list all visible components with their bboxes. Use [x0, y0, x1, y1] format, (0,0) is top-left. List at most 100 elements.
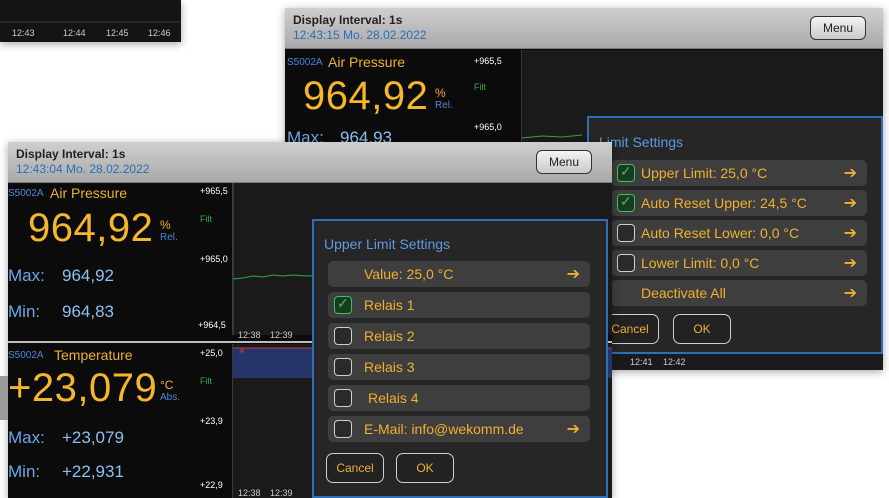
max-value: 964,92 — [62, 266, 114, 285]
menu-button[interactable]: Menu — [810, 16, 866, 40]
upper-limit-row[interactable]: ✓ Upper Limit: 25,0 °C ➔ — [611, 160, 867, 186]
display-interval: Display Interval: 1s — [16, 147, 126, 161]
scale-top: +25,0 — [200, 348, 223, 358]
sensor-id: S5002A — [8, 188, 44, 199]
sensor-name: Air Pressure — [328, 54, 406, 70]
relais-2-row[interactable]: Relais 2 — [328, 323, 590, 349]
row-label: Relais 3 — [364, 359, 415, 375]
corner-tick: 12:46 — [148, 28, 171, 38]
row-label: Auto Reset Lower: 0,0 °C — [641, 225, 800, 241]
relais-4-row[interactable]: Relais 4 — [328, 385, 590, 411]
min-label: Min: — [8, 302, 41, 321]
relais-2-checkbox[interactable] — [334, 327, 352, 345]
left-edge-bar — [0, 376, 8, 420]
graph-time-tick: 12:39 — [270, 488, 293, 498]
min-value: 964,83 — [62, 302, 114, 321]
graph-time-tick: 12:38 — [238, 330, 261, 340]
row-label: Relais 2 — [364, 328, 415, 344]
arrow-right-icon[interactable]: ➔ — [844, 163, 857, 183]
datetime: 12:43:04 Mo. 28.02.2022 — [16, 162, 150, 176]
auto-reset-upper-row[interactable]: ✓ Auto Reset Upper: 24,5 °C ➔ — [611, 190, 867, 216]
scale-mid: +965,0 — [200, 254, 228, 264]
value-row[interactable]: Value: 25,0 °C ➔ — [328, 261, 590, 287]
row-label: Lower Limit: 0,0 °C — [641, 255, 760, 271]
max-value: +23,079 — [62, 428, 124, 447]
filter-indicator: Filt — [474, 82, 486, 92]
svg-text:×: × — [239, 346, 245, 357]
arrow-right-icon[interactable]: ➔ — [567, 419, 580, 439]
lower-limit-checkbox[interactable] — [617, 254, 635, 272]
check-icon: ✓ — [620, 163, 632, 179]
sensor-unit-sub: Abs. — [160, 392, 181, 403]
arrow-right-icon[interactable]: ➔ — [567, 264, 580, 284]
graph-time-tick: 12:41 — [630, 357, 653, 367]
filter-indicator: Filt — [200, 376, 212, 386]
auto-reset-lower-row[interactable]: Auto Reset Lower: 0,0 °C ➔ — [611, 220, 867, 246]
min-value: +22,931 — [62, 462, 124, 481]
row-label: E-Mail: info@wekomm.de — [364, 421, 524, 437]
row-label: Relais 4 — [368, 390, 419, 406]
corner-screen-fragment: 12:43 12:44 12:45 12:46 — [0, 0, 181, 42]
arrow-right-icon[interactable]: ➔ — [844, 253, 857, 273]
limit-settings-panel: Limit Settings ✓ Upper Limit: 25,0 °C ➔ … — [587, 116, 883, 354]
relais-3-checkbox[interactable] — [334, 358, 352, 376]
row-label: Value: 25,0 °C — [364, 266, 454, 282]
relais-1-row[interactable]: ✓ Relais 1 — [328, 292, 590, 318]
check-icon: ✓ — [337, 295, 349, 311]
sensor-unit: % — [160, 218, 171, 232]
check-icon: ✓ — [620, 193, 632, 209]
row-label: Upper Limit: 25,0 °C — [641, 165, 768, 181]
row-label: Auto Reset Upper: 24,5 °C — [641, 195, 807, 211]
panel-title: Upper Limit Settings — [324, 236, 451, 252]
auto-reset-upper-checkbox[interactable]: ✓ — [617, 193, 635, 212]
front-header-bar: Display Interval: 1s 12:43:04 Mo. 28.02.… — [8, 142, 612, 183]
upper-limit-settings-panel: Upper Limit Settings Value: 25,0 °C ➔ ✓ … — [312, 219, 608, 498]
sensor-unit-sub: Rel. — [435, 100, 453, 111]
sensor-value: 964,92 — [28, 206, 154, 250]
display-interval: Display Interval: 1s — [293, 13, 403, 27]
scale-bottom: +964,5 — [198, 320, 226, 330]
cancel-button[interactable]: Cancel — [326, 453, 384, 483]
deactivate-all-row[interactable]: Deactivate All ➔ — [611, 280, 867, 306]
arrow-right-icon[interactable]: ➔ — [844, 283, 857, 303]
lower-limit-row[interactable]: Lower Limit: 0,0 °C ➔ — [611, 250, 867, 276]
back-header-bar: Display Interval: 1s 12:43:15 Mo. 28.02.… — [285, 8, 883, 49]
sensor-id: S5002A — [8, 350, 44, 361]
row-label: Deactivate All — [641, 285, 726, 301]
sensor-name: Temperature — [54, 347, 133, 363]
graph-time-tick: 12:42 — [663, 357, 686, 367]
email-checkbox[interactable] — [334, 420, 352, 438]
max-label: Max: — [8, 428, 45, 447]
arrow-right-icon[interactable]: ➔ — [844, 223, 857, 243]
ok-button[interactable]: OK — [673, 314, 731, 344]
scale-top: +965,5 — [200, 186, 228, 196]
scale-top: +965,5 — [474, 56, 502, 66]
menu-button[interactable]: Menu — [536, 150, 592, 174]
relais-4-checkbox[interactable] — [334, 389, 352, 407]
corner-tick: 12:45 — [106, 28, 129, 38]
email-row[interactable]: E-Mail: info@wekomm.de ➔ — [328, 416, 590, 442]
sensor-unit-sub: Rel. — [160, 232, 178, 243]
upper-limit-checkbox[interactable]: ✓ — [617, 163, 635, 182]
min-label: Min: — [8, 462, 41, 481]
sensor-unit: °C — [160, 378, 174, 392]
row-label: Relais 1 — [364, 297, 415, 313]
sensor-value: +23,079 — [8, 366, 158, 410]
sensor-unit: % — [435, 86, 446, 100]
relais-1-checkbox[interactable]: ✓ — [334, 295, 352, 314]
corner-graph-line — [0, 0, 181, 30]
auto-reset-lower-checkbox[interactable] — [617, 224, 635, 242]
scale-bottom: +22,9 — [200, 480, 223, 490]
corner-tick: 12:44 — [63, 28, 86, 38]
graph-time-tick: 12:38 — [238, 488, 261, 498]
sensor-id: S5002A — [287, 57, 323, 68]
filter-indicator: Filt — [200, 214, 212, 224]
graph-time-tick: 12:39 — [270, 330, 293, 340]
ok-button[interactable]: OK — [396, 453, 454, 483]
scale-mid: +23,9 — [200, 416, 223, 426]
corner-tick: 12:43 — [12, 28, 35, 38]
sensor-name: Air Pressure — [50, 185, 128, 201]
front-screen: Display Interval: 1s 12:43:04 Mo. 28.02.… — [8, 142, 612, 498]
arrow-right-icon[interactable]: ➔ — [844, 193, 857, 213]
relais-3-row[interactable]: Relais 3 — [328, 354, 590, 380]
